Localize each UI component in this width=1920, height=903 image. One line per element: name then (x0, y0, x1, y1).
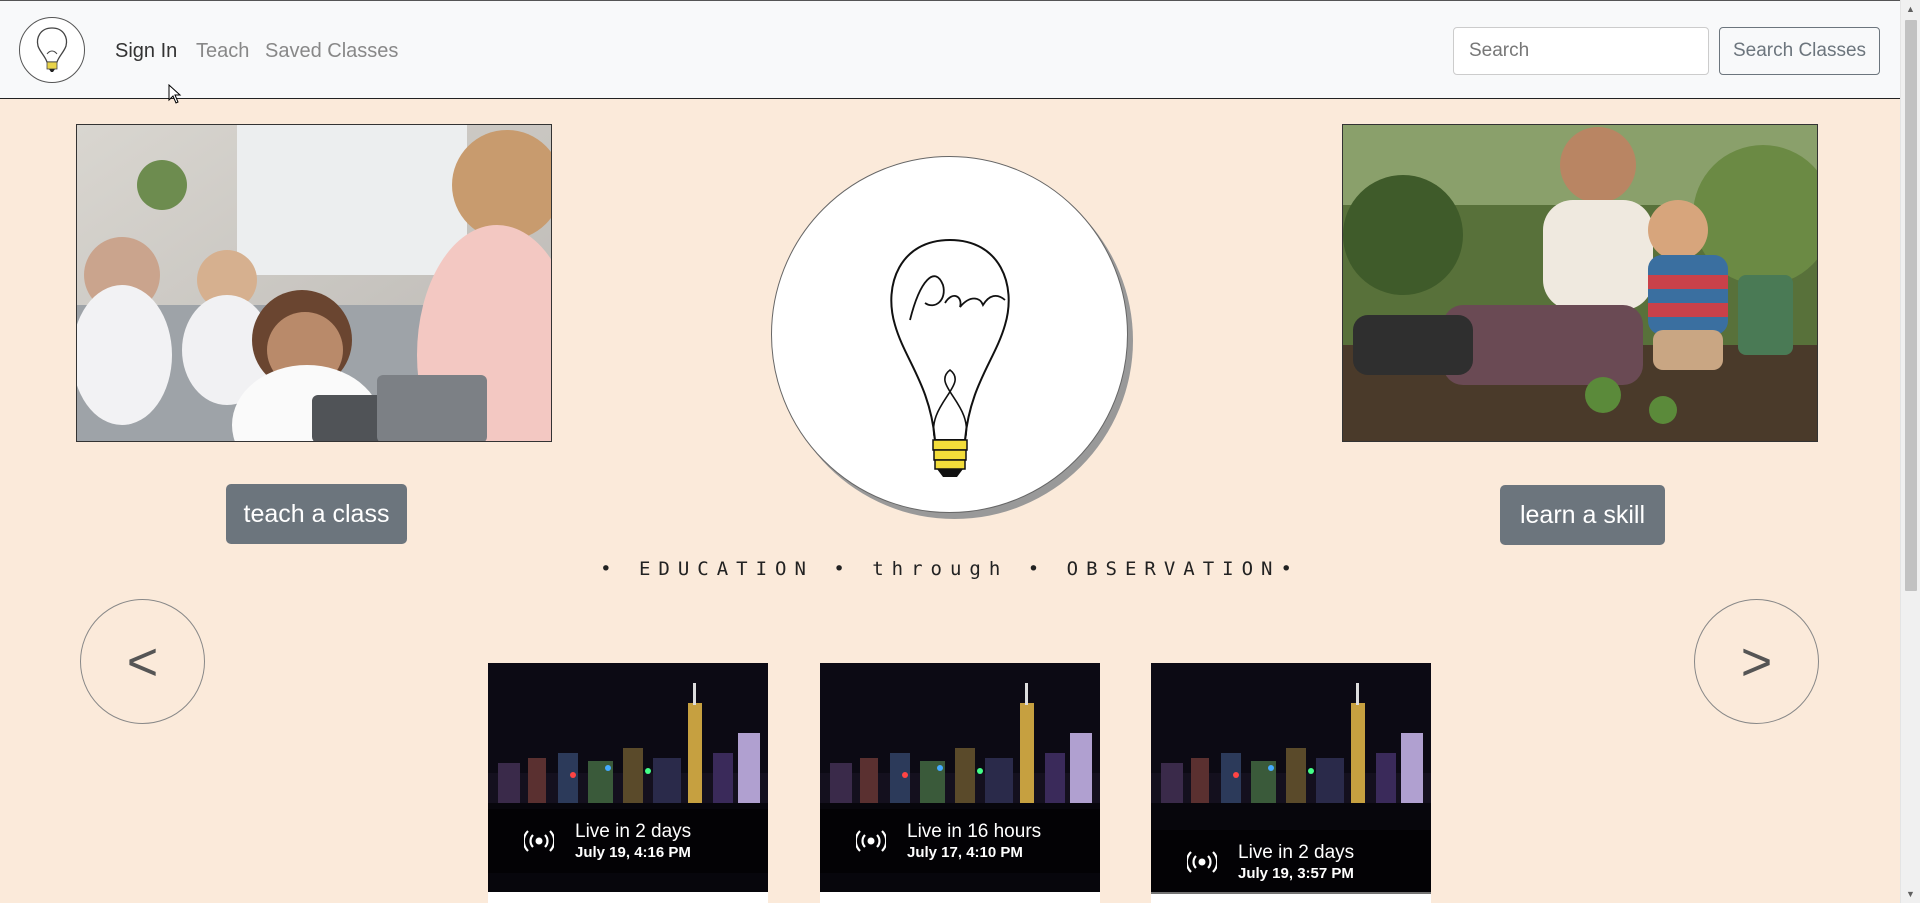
broadcast-icon (1187, 851, 1217, 873)
card-date: July 19, 4:16 PM (575, 843, 691, 861)
card-live-status: Live in 2 days (575, 820, 692, 842)
nav-saved-classes-link[interactable]: Saved Classes (265, 40, 398, 63)
search-classes-button[interactable]: Search Classes (1719, 27, 1880, 75)
scroll-up-arrow-icon[interactable]: ▲ (1906, 4, 1915, 14)
search-input[interactable] (1453, 27, 1709, 75)
broadcast-icon (856, 830, 886, 852)
card-date: July 19, 3:57 PM (1238, 864, 1354, 882)
classroom-photo (76, 124, 552, 442)
card-live-overlay: Live in 16 hours July 17, 4:10 PM (820, 809, 1100, 873)
nav-teach-link[interactable]: Teach (196, 40, 249, 63)
class-card[interactable]: Live in 16 hours July 17, 4:10 PM (820, 663, 1100, 903)
nav-sign-in-link[interactable]: Sign In (115, 40, 177, 63)
tagline-text: • EDUCATION • through • OBSERVATION• (600, 558, 1300, 580)
card-date: July 17, 4:10 PM (907, 843, 1023, 861)
center-lightbulb-logo (771, 156, 1128, 513)
mouse-cursor-icon (168, 83, 182, 109)
broadcast-icon (524, 830, 554, 852)
card-live-status: Live in 16 hours (907, 820, 1042, 842)
scrollbar-thumb[interactable] (1905, 20, 1917, 591)
scroll-down-arrow-icon[interactable]: ▼ (1906, 889, 1915, 899)
card-live-status: Live in 2 days (1238, 841, 1355, 863)
class-card[interactable]: Live in 2 days July 19, 3:57 PM (1151, 663, 1431, 903)
class-card[interactable]: Live in 2 days July 19, 4:16 PM (488, 663, 768, 903)
card-live-overlay: Live in 2 days July 19, 4:16 PM (488, 809, 768, 873)
card-live-overlay: Live in 2 days July 19, 3:57 PM (1151, 830, 1431, 894)
brand-logo-icon[interactable] (19, 17, 85, 83)
carousel-prev-button[interactable]: < (80, 599, 205, 724)
learn-a-skill-button[interactable]: learn a skill (1500, 485, 1665, 545)
page-scrollbar[interactable]: ▲ ▼ (1900, 0, 1920, 903)
carousel-next-button[interactable]: > (1694, 599, 1819, 724)
teach-a-class-button[interactable]: teach a class (226, 484, 407, 544)
gardening-photo (1342, 124, 1818, 442)
top-navbar: Sign In Teach Saved Classes Search Class… (0, 0, 1900, 99)
